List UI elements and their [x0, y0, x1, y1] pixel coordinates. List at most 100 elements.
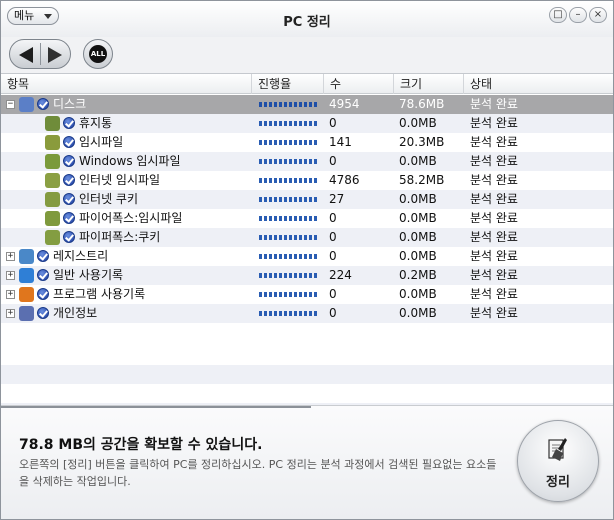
- all-button[interactable]: ALL: [83, 39, 113, 69]
- row-name: 개인정보: [53, 306, 98, 320]
- row-checkbox[interactable]: [63, 155, 75, 167]
- table-row[interactable]: 파이퍼폭스:쿠키 0 0.0MB 분석 완료: [1, 228, 613, 247]
- row-size: 0.0MB: [399, 116, 437, 130]
- title-bar: 메뉴 PC 정리 □ – ×: [1, 1, 613, 37]
- recycle-bin-icon: [45, 116, 60, 131]
- row-count: 0: [329, 154, 337, 168]
- row-name: 파이어폭스:임시파일: [79, 211, 183, 225]
- table-row[interactable]: 임시파일 141 20.3MB 분석 완료: [1, 133, 613, 152]
- clean-button[interactable]: 정리: [517, 420, 599, 502]
- row-count: 27: [329, 192, 345, 206]
- firefox-icon: [19, 287, 34, 302]
- row-name: 일반 사용기록: [53, 268, 124, 282]
- row-checkbox[interactable]: [37, 288, 49, 300]
- row-checkbox[interactable]: [37, 250, 49, 262]
- internet-temp-icon: [45, 173, 60, 188]
- row-checkbox[interactable]: [63, 117, 75, 129]
- column-header-count[interactable]: 수: [323, 74, 393, 94]
- temp-file-icon: [45, 135, 60, 150]
- table-row[interactable]: 파이어폭스:임시파일 0 0.0MB 분석 완료: [1, 209, 613, 228]
- restore-button[interactable]: □: [549, 7, 567, 23]
- row-count: 224: [329, 268, 352, 282]
- row-checkbox[interactable]: [37, 307, 49, 319]
- row-name: 디스크: [53, 97, 87, 111]
- minimize-button[interactable]: –: [569, 7, 587, 23]
- column-header-status[interactable]: 상태: [463, 74, 613, 94]
- expand-icon[interactable]: +: [6, 309, 15, 318]
- row-size: 78.6MB: [399, 97, 445, 111]
- table-row[interactable]: Windows 임시파일 0 0.0MB 분석 완료: [1, 152, 613, 171]
- progress-bar: [259, 311, 317, 316]
- computer-disk-icon: [19, 97, 34, 112]
- table-row[interactable]: + 개인정보 0 0.0MB 분석 완료: [1, 304, 613, 323]
- row-status: 분석 완료: [470, 287, 518, 301]
- row-size: 0.0MB: [399, 154, 437, 168]
- pc-cleanup-window: 메뉴 PC 정리 □ – × ALL 항목 진행율 수 크기 상태 − 디스크 49…: [0, 0, 614, 520]
- progress-bar: [259, 140, 317, 145]
- row-checkbox[interactable]: [63, 193, 75, 205]
- row-status: 분석 완료: [470, 249, 518, 263]
- progress-bar: [259, 273, 317, 278]
- progress-bar: [259, 216, 317, 221]
- row-name: 임시파일: [79, 135, 124, 149]
- row-checkbox[interactable]: [63, 136, 75, 148]
- nav-pill: [9, 39, 71, 69]
- table-row[interactable]: + 일반 사용기록 224 0.2MB 분석 완료: [1, 266, 613, 285]
- expand-icon[interactable]: +: [6, 252, 15, 261]
- expand-icon[interactable]: +: [6, 271, 15, 280]
- table-row[interactable]: 휴지통 0 0.0MB 분석 완료: [1, 114, 613, 133]
- row-count: 0: [329, 116, 337, 130]
- progress-bar: [259, 159, 317, 164]
- expand-icon[interactable]: +: [6, 290, 15, 299]
- row-name: 레지스트리: [53, 249, 109, 263]
- row-status: 분석 완료: [470, 97, 518, 111]
- progress-bar: [259, 102, 317, 107]
- row-status: 분석 완료: [470, 306, 518, 320]
- progress-bar: [259, 178, 317, 183]
- row-checkbox[interactable]: [63, 174, 75, 186]
- cleanup-description: 오른쪽의 [정리] 버튼을 클릭하여 PC를 정리하십시오. PC 정리는 분석…: [19, 458, 497, 488]
- row-count: 0: [329, 306, 337, 320]
- windows-temp-icon: [45, 154, 60, 169]
- cookie-icon: [45, 192, 60, 207]
- row-size: 0.0MB: [399, 287, 437, 301]
- progress-bar: [259, 197, 317, 202]
- row-count: 141: [329, 135, 352, 149]
- row-count: 0: [329, 287, 337, 301]
- empty-list-area: [1, 346, 613, 406]
- internet-explorer-icon: [19, 268, 34, 283]
- forward-arrow-icon[interactable]: [48, 47, 62, 63]
- table-row[interactable]: + 프로그램 사용기록 0 0.0MB 분석 완료: [1, 285, 613, 304]
- row-checkbox[interactable]: [37, 269, 49, 281]
- row-name: 프로그램 사용기록: [53, 287, 146, 301]
- row-size: 0.0MB: [399, 230, 437, 244]
- close-button[interactable]: ×: [589, 7, 607, 23]
- row-status: 분석 완료: [470, 116, 518, 130]
- row-count: 0: [329, 249, 337, 263]
- table-row[interactable]: 인터넷 임시파일 4786 58.2MB 분석 완료: [1, 171, 613, 190]
- progress-bar: [259, 121, 317, 126]
- row-checkbox[interactable]: [63, 231, 75, 243]
- column-header-progress[interactable]: 진행율: [251, 74, 323, 94]
- row-size: 20.3MB: [399, 135, 445, 149]
- collapse-icon[interactable]: −: [6, 100, 15, 109]
- progress-bar: [259, 254, 317, 259]
- back-arrow-icon[interactable]: [19, 47, 33, 63]
- table-row[interactable]: + 레지스트리 0 0.0MB 분석 완료: [1, 247, 613, 266]
- table-row[interactable]: − 디스크 4954 78.6MB 분석 완료: [1, 95, 613, 114]
- row-name: 인터넷 쿠키: [79, 192, 139, 206]
- progress-bar: [259, 235, 317, 240]
- firefox-cookie-icon: [45, 230, 60, 245]
- table-row[interactable]: 인터넷 쿠키 27 0.0MB 분석 완료: [1, 190, 613, 209]
- column-header-size[interactable]: 크기: [393, 74, 463, 94]
- column-header-item[interactable]: 항목: [1, 74, 251, 94]
- row-size: 0.0MB: [399, 249, 437, 263]
- row-size: 0.2MB: [399, 268, 437, 282]
- row-size: 0.0MB: [399, 192, 437, 206]
- row-checkbox[interactable]: [37, 98, 49, 110]
- row-status: 분석 완료: [470, 192, 518, 206]
- list-header: 항목 진행율 수 크기 상태: [1, 74, 613, 94]
- row-checkbox[interactable]: [63, 212, 75, 224]
- reclaim-space-headline: 78.8 MB의 공간을 확보할 수 있습니다.: [19, 437, 263, 453]
- row-count: 4786: [329, 173, 360, 187]
